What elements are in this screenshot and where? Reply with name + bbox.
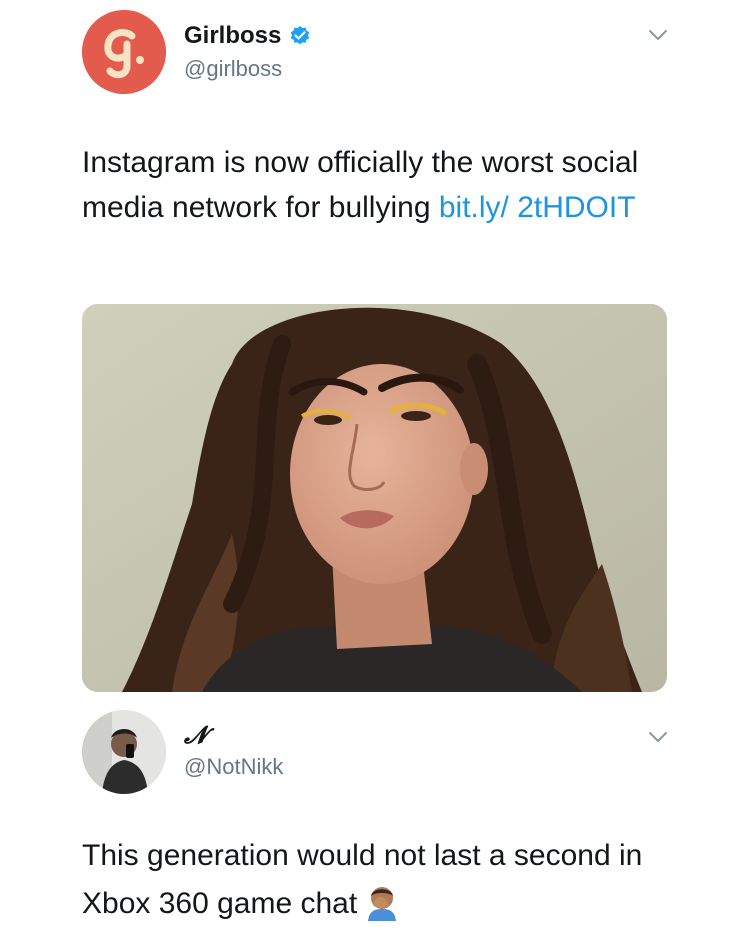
tweet-header: Girlboss @girlboss [0, 0, 750, 110]
author-name-row[interactable]: Girlboss [184, 22, 311, 50]
author-handle[interactable]: @girlboss [184, 56, 282, 82]
reply-author-name[interactable]: 𝓝 [184, 720, 207, 749]
author-name[interactable]: Girlboss [184, 22, 281, 50]
notnikk-avatar[interactable] [82, 710, 166, 794]
tweet-text: Instagram is now officially the worst so… [82, 140, 682, 230]
tweet-media-image[interactable] [82, 304, 667, 692]
verified-badge-icon [291, 26, 310, 45]
reply-header: 𝓝 @NotNikk [0, 700, 750, 810]
reply-text: This generation would not last a second … [82, 832, 702, 928]
girlboss-logo-icon [82, 10, 166, 94]
girlboss-avatar[interactable] [82, 10, 166, 94]
tweet-link[interactable]: bit.ly/ 2tHDOIT [439, 191, 636, 224]
chevron-down-icon[interactable] [648, 730, 668, 744]
man-facepalming-emoji [368, 887, 397, 921]
chevron-down-icon[interactable] [648, 28, 668, 42]
portrait-photo [82, 304, 667, 692]
profile-photo [82, 710, 166, 794]
reply-author-handle[interactable]: @NotNikk [184, 754, 283, 780]
reply-text-body: This generation would not last a second … [82, 839, 643, 920]
